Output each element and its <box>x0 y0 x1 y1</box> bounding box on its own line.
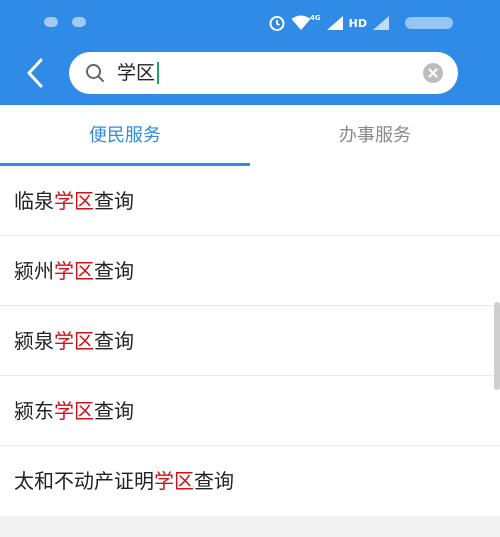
search-input[interactable]: 学区 <box>117 58 155 88</box>
alarm-icon <box>269 16 285 31</box>
status-icons: 4G HD <box>268 12 453 34</box>
text-cursor <box>157 62 159 84</box>
signal-icon <box>326 16 343 30</box>
result-highlight: 学区 <box>54 189 94 213</box>
clear-icon <box>423 63 443 83</box>
result-text: 临泉 <box>14 189 54 213</box>
result-text: 颍东 <box>14 399 54 423</box>
result-text: 查询 <box>194 469 234 493</box>
app-header: 4G HD 学区 <box>0 0 500 105</box>
result-item[interactable]: 临泉学区查询 <box>0 166 500 236</box>
tab-bar: 便民服务 办事服务 <box>0 105 500 166</box>
network-type-label: 4G <box>310 14 321 22</box>
chevron-left-icon <box>27 58 43 88</box>
wifi-icon <box>291 15 311 30</box>
search-results-list: 临泉学区查询 颍州学区查询 颍泉学区查询 颍东学区查询 太和不动产证明学区查询 <box>0 166 500 516</box>
notification-icon <box>72 17 86 27</box>
result-text: 颍州 <box>14 259 54 283</box>
clear-search-button[interactable] <box>423 63 443 83</box>
search-box[interactable]: 学区 <box>69 52 458 94</box>
search-icon <box>86 64 104 82</box>
result-highlight: 学区 <box>54 259 94 283</box>
status-bar: 4G HD <box>0 0 500 42</box>
scrollbar[interactable] <box>494 302 500 390</box>
battery-icon <box>404 17 453 29</box>
tab-government-services[interactable]: 办事服务 <box>250 105 500 166</box>
result-text: 查询 <box>94 329 134 353</box>
result-highlight: 学区 <box>54 329 94 353</box>
result-text: 太和不动产证明 <box>14 469 154 493</box>
result-item[interactable]: 颍泉学区查询 <box>0 306 500 376</box>
notification-icon <box>44 17 58 27</box>
result-item[interactable]: 太和不动产证明学区查询 <box>0 446 500 516</box>
result-item[interactable]: 颍东学区查询 <box>0 376 500 446</box>
result-text: 查询 <box>94 189 134 213</box>
result-highlight: 学区 <box>154 469 194 493</box>
tab-convenience-services[interactable]: 便民服务 <box>0 105 250 166</box>
back-button[interactable] <box>20 57 52 89</box>
signal-icon <box>372 16 389 30</box>
result-text: 查询 <box>94 259 134 283</box>
result-item[interactable]: 颍州学区查询 <box>0 236 500 306</box>
result-highlight: 学区 <box>54 399 94 423</box>
result-text: 颍泉 <box>14 329 54 353</box>
result-text: 查询 <box>94 399 134 423</box>
hd-label: HD <box>348 16 367 30</box>
